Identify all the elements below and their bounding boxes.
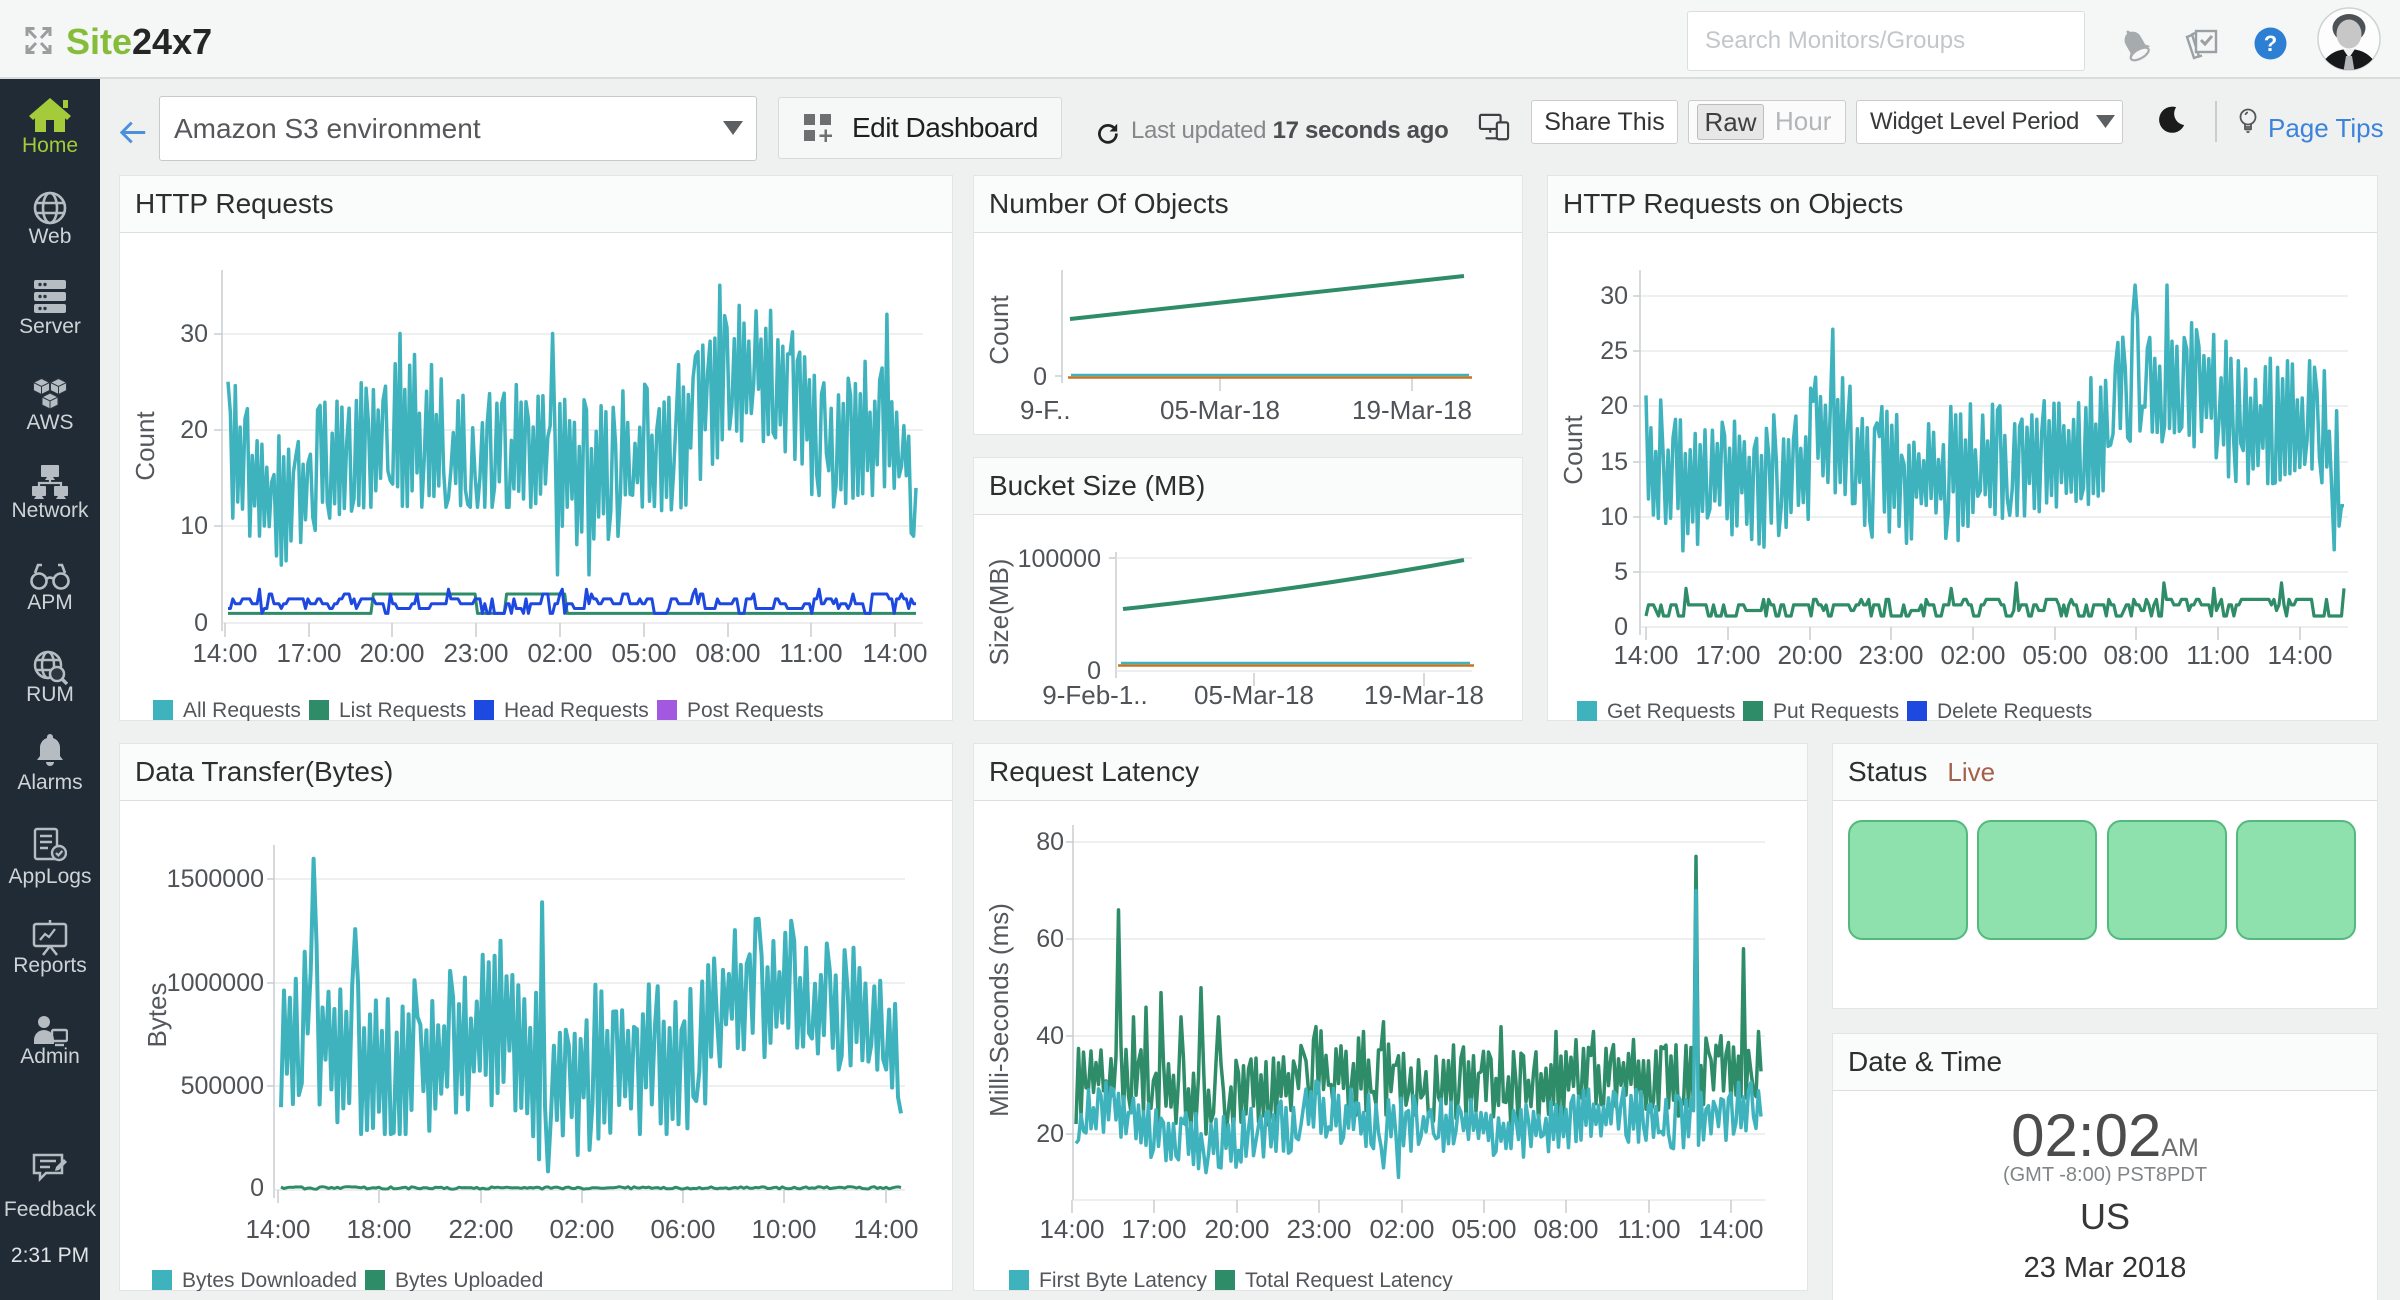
- svg-text:80: 80: [1036, 828, 1064, 856]
- svg-text:5: 5: [1614, 558, 1628, 586]
- svg-text:Bytes Uploaded: Bytes Uploaded: [395, 1269, 543, 1291]
- svg-text:20:00: 20:00: [1777, 640, 1842, 670]
- svg-text:1500000: 1500000: [167, 865, 264, 893]
- svg-text:Bytes: Bytes: [142, 982, 172, 1047]
- svg-text:14:00: 14:00: [245, 1214, 310, 1244]
- svg-text:05:00: 05:00: [2022, 640, 2087, 670]
- svg-text:05:00: 05:00: [611, 638, 676, 668]
- svg-text:02:00: 02:00: [549, 1214, 614, 1244]
- svg-text:11:00: 11:00: [779, 638, 842, 668]
- svg-text:08:00: 08:00: [695, 638, 760, 668]
- svg-text:02:00: 02:00: [1369, 1214, 1434, 1244]
- svg-text:19-Mar-18: 19-Mar-18: [1352, 395, 1472, 425]
- svg-text:Delete Requests: Delete Requests: [1937, 700, 2092, 721]
- svg-text:0: 0: [1033, 363, 1047, 391]
- svg-text:08:00: 08:00: [1533, 1214, 1598, 1244]
- svg-text:Bytes Downloaded: Bytes Downloaded: [182, 1269, 357, 1291]
- svg-text:14:00: 14:00: [862, 638, 927, 668]
- svg-text:10: 10: [1600, 503, 1628, 531]
- svg-text:9-F..: 9-F..: [1020, 395, 1071, 425]
- svg-text:05-Mar-18: 05-Mar-18: [1194, 680, 1314, 710]
- svg-text:02:00: 02:00: [1940, 640, 2005, 670]
- svg-text:Count: Count: [130, 411, 160, 481]
- svg-text:0: 0: [250, 1174, 264, 1202]
- svg-text:05:00: 05:00: [1451, 1214, 1516, 1244]
- svg-text:25: 25: [1600, 337, 1628, 365]
- svg-text:10:00: 10:00: [751, 1214, 816, 1244]
- svg-text:Count: Count: [984, 295, 1014, 365]
- svg-text:Get Requests: Get Requests: [1607, 700, 1735, 721]
- svg-text:20:00: 20:00: [1204, 1214, 1269, 1244]
- svg-text:17:00: 17:00: [276, 638, 341, 668]
- svg-text:11:00: 11:00: [1617, 1214, 1680, 1244]
- svg-text:15: 15: [1600, 448, 1628, 476]
- svg-text:02:00: 02:00: [527, 638, 592, 668]
- svg-text:06:00: 06:00: [650, 1214, 715, 1244]
- svg-text:40: 40: [1036, 1022, 1064, 1050]
- svg-text:17:00: 17:00: [1695, 640, 1760, 670]
- svg-text:23:00: 23:00: [443, 638, 508, 668]
- svg-text:Total Request Latency: Total Request Latency: [1245, 1269, 1453, 1291]
- svg-text:14:00: 14:00: [2267, 640, 2332, 670]
- svg-text:?: ?: [2264, 31, 2277, 56]
- svg-text:14:00: 14:00: [1613, 640, 1678, 670]
- svg-text:14:00: 14:00: [1698, 1214, 1763, 1244]
- svg-text:First Byte Latency: First Byte Latency: [1039, 1269, 1208, 1291]
- svg-text:20: 20: [1036, 1120, 1064, 1148]
- svg-text:08:00: 08:00: [2103, 640, 2168, 670]
- svg-text:14:00: 14:00: [853, 1214, 918, 1244]
- svg-text:500000: 500000: [181, 1072, 264, 1100]
- svg-text:9-Feb-1..: 9-Feb-1..: [1042, 680, 1148, 710]
- svg-text:Post Requests: Post Requests: [687, 699, 824, 721]
- svg-text:60: 60: [1036, 925, 1064, 953]
- svg-text:05-Mar-18: 05-Mar-18: [1160, 395, 1280, 425]
- svg-text:0: 0: [194, 609, 208, 637]
- svg-text:Milli-Seconds (ms): Milli-Seconds (ms): [984, 903, 1014, 1117]
- svg-text:30: 30: [180, 320, 208, 348]
- svg-text:23:00: 23:00: [1858, 640, 1923, 670]
- svg-text:14:00: 14:00: [192, 638, 257, 668]
- svg-text:List Requests: List Requests: [339, 699, 466, 721]
- svg-text:Put Requests: Put Requests: [1773, 700, 1899, 721]
- svg-text:14:00: 14:00: [1039, 1214, 1104, 1244]
- svg-text:20:00: 20:00: [359, 638, 424, 668]
- svg-text:18:00: 18:00: [346, 1214, 411, 1244]
- svg-text:10: 10: [180, 512, 208, 540]
- svg-text:Head Requests: Head Requests: [504, 699, 649, 721]
- svg-text:Count: Count: [1558, 415, 1588, 485]
- svg-text:19-Mar-18: 19-Mar-18: [1364, 680, 1484, 710]
- svg-text:100000: 100000: [1018, 545, 1101, 573]
- svg-text:22:00: 22:00: [448, 1214, 513, 1244]
- svg-text:0: 0: [1614, 613, 1628, 641]
- svg-text:1000000: 1000000: [167, 969, 264, 997]
- svg-text:20: 20: [1600, 392, 1628, 420]
- svg-text:All Requests: All Requests: [183, 699, 301, 721]
- svg-text:Size(MB): Size(MB): [984, 559, 1014, 666]
- svg-text:17:00: 17:00: [1121, 1214, 1186, 1244]
- svg-text:11:00: 11:00: [2186, 640, 2249, 670]
- svg-text:20: 20: [180, 416, 208, 444]
- svg-text:30: 30: [1600, 282, 1628, 310]
- svg-text:23:00: 23:00: [1286, 1214, 1351, 1244]
